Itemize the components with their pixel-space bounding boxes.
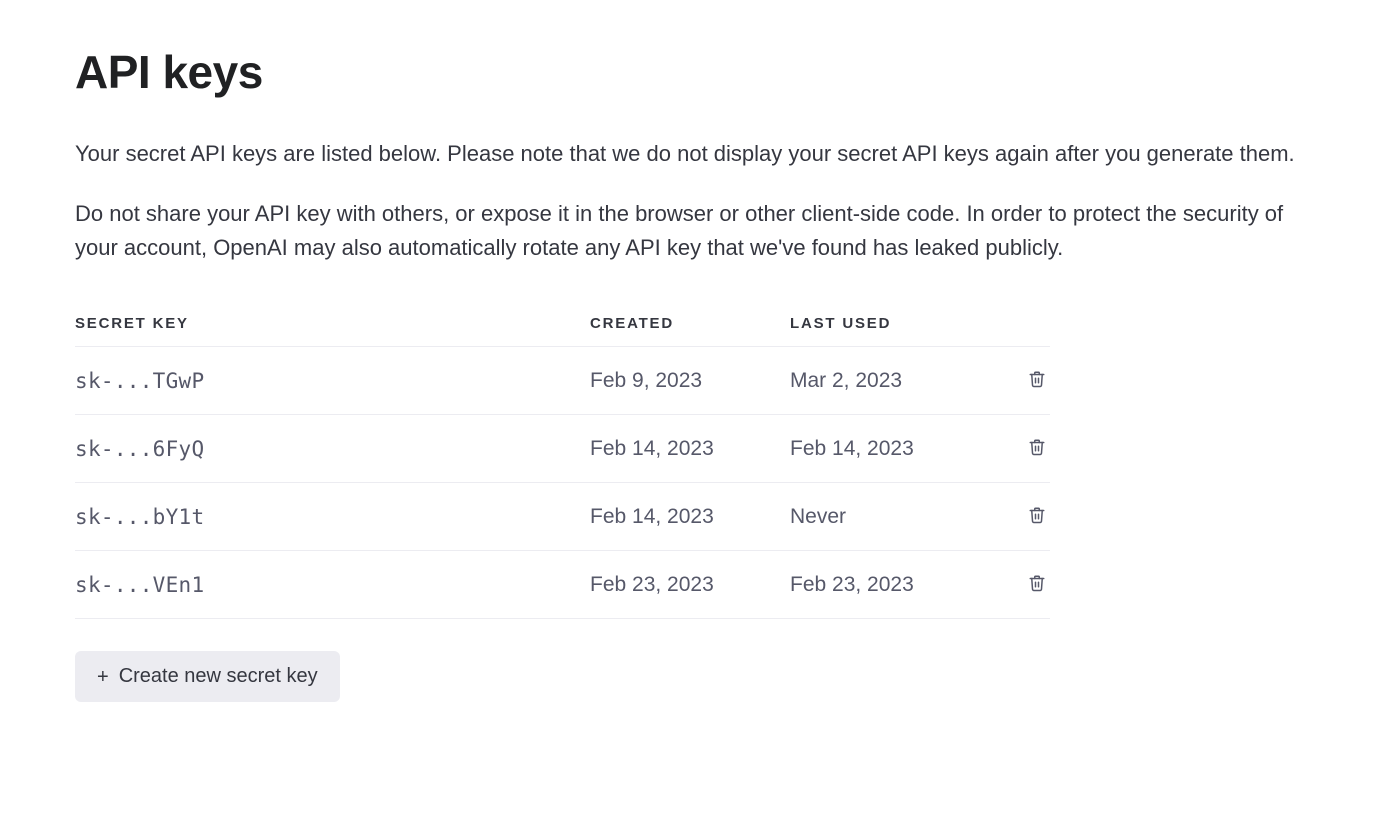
plus-icon: + <box>97 667 109 687</box>
trash-icon <box>1028 573 1046 596</box>
description-paragraph-1: Your secret API keys are listed below. P… <box>75 137 1325 171</box>
trash-icon <box>1028 505 1046 528</box>
delete-key-button[interactable] <box>1024 433 1050 464</box>
last-used-value: Never <box>790 483 990 551</box>
table-row: sk-...TGwP Feb 9, 2023 Mar 2, 2023 <box>75 347 1050 415</box>
trash-icon <box>1028 437 1046 460</box>
created-value: Feb 14, 2023 <box>590 483 790 551</box>
secret-key-value: sk-...6FyQ <box>75 415 590 483</box>
secret-key-value: sk-...VEn1 <box>75 551 590 619</box>
delete-key-button[interactable] <box>1024 569 1050 600</box>
secret-key-value: sk-...bY1t <box>75 483 590 551</box>
delete-key-button[interactable] <box>1024 365 1050 396</box>
trash-icon <box>1028 369 1046 392</box>
description-paragraph-2: Do not share your API key with others, o… <box>75 197 1325 265</box>
column-header-actions <box>990 305 1050 347</box>
create-button-label: Create new secret key <box>119 665 318 688</box>
secret-key-value: sk-...TGwP <box>75 347 590 415</box>
table-row: sk-...bY1t Feb 14, 2023 Never <box>75 483 1050 551</box>
last-used-value: Mar 2, 2023 <box>790 347 990 415</box>
created-value: Feb 14, 2023 <box>590 415 790 483</box>
create-new-secret-key-button[interactable]: + Create new secret key <box>75 651 340 702</box>
column-header-secret-key: SECRET KEY <box>75 305 590 347</box>
column-header-last-used: LAST USED <box>790 305 990 347</box>
created-value: Feb 9, 2023 <box>590 347 790 415</box>
last-used-value: Feb 23, 2023 <box>790 551 990 619</box>
table-row: sk-...VEn1 Feb 23, 2023 Feb 23, 2023 <box>75 551 1050 619</box>
column-header-created: CREATED <box>590 305 790 347</box>
page-title: API keys <box>75 45 1325 99</box>
last-used-value: Feb 14, 2023 <box>790 415 990 483</box>
created-value: Feb 23, 2023 <box>590 551 790 619</box>
table-row: sk-...6FyQ Feb 14, 2023 Feb 14, 2023 <box>75 415 1050 483</box>
delete-key-button[interactable] <box>1024 501 1050 532</box>
api-keys-table: SECRET KEY CREATED LAST USED sk-...TGwP … <box>75 305 1050 619</box>
